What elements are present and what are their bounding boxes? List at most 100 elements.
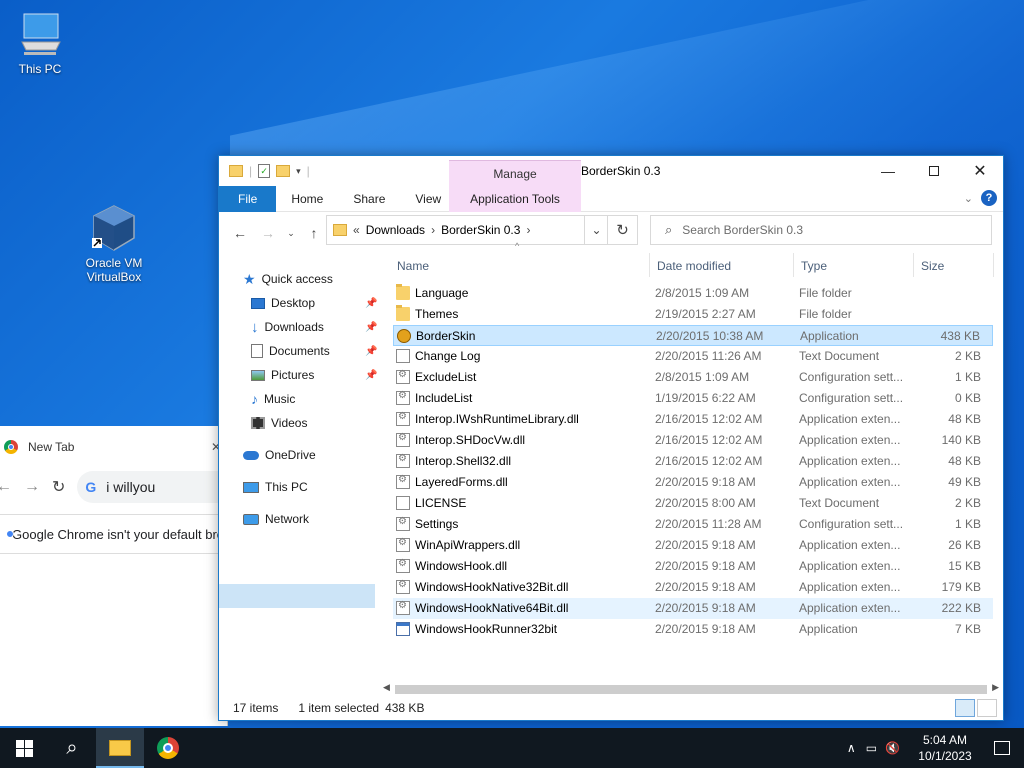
column-header-name[interactable]: Name	[397, 251, 429, 281]
minimize-button[interactable]: —	[865, 156, 911, 186]
manage-tab-header[interactable]: Manage	[449, 160, 581, 188]
file-explorer-window[interactable]: | ✓ ▾ | Manage BorderSkin 0.3 — ✕ File H…	[218, 155, 1004, 721]
sort-chevron-icon[interactable]: ^	[515, 241, 519, 251]
network-status-icon[interactable]: ▭	[866, 741, 877, 755]
table-row[interactable]: Interop.SHDocVw.dll 2/16/2015 12:02 AM App…	[393, 430, 993, 451]
nav-item-quick-access[interactable]: ★ Quick access	[243, 268, 333, 290]
table-row[interactable]: LayeredForms.dll 2/20/2015 9:18 AM Applica…	[393, 472, 993, 493]
chevron-right-icon[interactable]: ›	[431, 223, 435, 237]
table-row[interactable]: WindowsHookNative32Bit.dll 2/20/2015 9:18…	[393, 577, 993, 598]
file-type: Application exten...	[799, 475, 901, 489]
table-row[interactable]: ExcludeList 2/8/2015 1:09 AM Configuration…	[393, 367, 993, 388]
column-divider[interactable]	[913, 253, 914, 277]
back-arrow-icon[interactable]: ←	[229, 222, 251, 244]
taskbar: ⌕ ∧ ▭ 🔇 5:04 AM 10/1/2023	[0, 728, 1024, 768]
table-row[interactable]: Themes 2/19/2015 2:27 AM File folder	[393, 304, 993, 325]
tab-view[interactable]: View	[400, 186, 456, 212]
breadcrumb-overflow[interactable]: «	[353, 223, 360, 237]
column-divider[interactable]	[649, 253, 650, 277]
table-row[interactable]: WindowsHook.dll 2/20/2015 9:18 AM Applicat…	[393, 556, 993, 577]
tab-application-tools[interactable]: Application Tools	[449, 186, 581, 212]
nav-item-downloads[interactable]: ↓ Downloads 📌	[251, 316, 411, 338]
scrollbar-thumb[interactable]	[395, 685, 987, 694]
nav-item-music[interactable]: ♪ Music	[251, 388, 295, 410]
chrome-window[interactable]: New Tab ✕ ← → ↻ G i willyou Google Chrom…	[0, 426, 247, 726]
tab-file[interactable]: File	[219, 185, 277, 212]
table-row[interactable]: Change Log 2/20/2015 11:26 AM Text Documen…	[393, 346, 993, 367]
volume-muted-icon[interactable]: 🔇	[885, 741, 900, 755]
details-view-icon[interactable]	[955, 699, 975, 717]
file-list: ^ Name Date modified Type Size Language 2…	[391, 241, 1003, 691]
tab-share[interactable]: Share	[338, 186, 400, 212]
table-row[interactable]: IncludeList 1/19/2015 6:22 AM Configuratio…	[393, 388, 993, 409]
desktop-icon-this-pc[interactable]: This PC	[0, 10, 80, 76]
table-row[interactable]: WindowsHookRunner32bit 2/20/2015 9:18 AM A…	[393, 619, 993, 640]
table-row[interactable]: Interop.IWshRuntimeLibrary.dll 2/16/2015 …	[393, 409, 993, 430]
nav-item-onedrive[interactable]: OneDrive	[243, 444, 316, 466]
properties-icon[interactable]: ✓	[258, 164, 271, 178]
expand-ribbon-icon[interactable]: ⌄	[964, 192, 973, 205]
column-divider[interactable]	[993, 253, 994, 277]
nav-item-desktop[interactable]: Desktop 📌	[251, 292, 411, 314]
table-row[interactable]: BorderSkin 2/20/2015 10:38 AM Application 4…	[393, 325, 993, 346]
column-divider[interactable]	[793, 253, 794, 277]
address-dropdown-chevron-icon[interactable]: ⌄	[584, 215, 608, 245]
search-input[interactable]: ⌕ Search BorderSkin 0.3	[650, 215, 992, 245]
desktop-icon-virtualbox[interactable]: Oracle VM VirtualBox	[74, 204, 154, 284]
chevron-down-icon[interactable]: ▾	[296, 166, 301, 177]
file-date: 2/16/2015 12:02 AM	[655, 433, 763, 447]
help-icon[interactable]: ?	[981, 190, 997, 206]
nav-item-documents[interactable]: Documents 📌	[251, 340, 411, 362]
clock[interactable]: 5:04 AM 10/1/2023	[912, 732, 978, 764]
maximize-button[interactable]	[911, 156, 957, 186]
taskbar-file-explorer[interactable]	[96, 728, 144, 768]
notification-icon[interactable]	[994, 741, 1010, 755]
breadcrumb-borderskin[interactable]: BorderSkin 0.3	[441, 223, 520, 237]
file-size: 2 KB	[954, 349, 981, 363]
nav-item-pictures[interactable]: Pictures 📌	[251, 364, 411, 386]
table-row[interactable]: Settings 2/20/2015 11:28 AM Configuration …	[393, 514, 993, 535]
reload-icon[interactable]: ↻	[52, 477, 65, 497]
pin-icon[interactable]: 📌	[365, 322, 377, 333]
nav-item-this-pc[interactable]: This PC	[243, 476, 308, 498]
column-header-date[interactable]: Date modified	[657, 251, 731, 281]
close-button[interactable]: ✕	[957, 156, 1003, 186]
table-row[interactable]: LICENSE 2/20/2015 8:00 AM Text Document 2 K…	[393, 493, 993, 514]
taskbar-chrome[interactable]	[144, 728, 192, 768]
scroll-left-icon[interactable]: ◀	[383, 682, 390, 693]
title-bar[interactable]: | ✓ ▾ | Manage BorderSkin 0.3 — ✕	[219, 156, 1003, 188]
table-row[interactable]: WinApiWrappers.dll 2/20/2015 9:18 AM Appli…	[393, 535, 993, 556]
file-date: 2/20/2015 9:18 AM	[655, 475, 756, 489]
chevron-right-icon[interactable]: ›	[526, 223, 530, 237]
refresh-button[interactable]: ↻	[608, 215, 638, 245]
pin-icon[interactable]: 📌	[365, 370, 377, 381]
chevron-up-icon[interactable]: ∧	[847, 741, 856, 755]
column-header-type[interactable]: Type	[801, 251, 827, 281]
folder-icon[interactable]	[229, 165, 243, 177]
pin-icon[interactable]: 📌	[365, 346, 377, 357]
address-bar[interactable]: « Downloads › BorderSkin 0.3 ›	[326, 215, 608, 245]
new-folder-icon[interactable]	[276, 165, 291, 177]
settings-file-icon	[396, 537, 410, 552]
large-icons-view-icon[interactable]	[977, 699, 997, 717]
forward-arrow-icon[interactable]: →	[257, 222, 279, 244]
search-button[interactable]: ⌕	[48, 728, 96, 768]
table-row[interactable]: WindowsHookNative64Bit.dll 2/20/2015 9:18…	[393, 598, 993, 619]
table-row[interactable]: Language 2/8/2015 1:09 AM File folder	[393, 283, 993, 304]
column-header-size[interactable]: Size	[921, 251, 944, 281]
forward-arrow-icon[interactable]: →	[24, 478, 40, 496]
nav-item-videos[interactable]: Videos	[251, 412, 307, 434]
horizontal-scrollbar[interactable]: ◀ ▶	[381, 682, 1001, 696]
back-arrow-icon[interactable]: ←	[0, 478, 12, 496]
table-row[interactable]: Interop.Shell32.dll 2/16/2015 12:02 AM App…	[393, 451, 993, 472]
scroll-right-icon[interactable]: ▶	[992, 682, 999, 693]
nav-item-network[interactable]: Network	[243, 508, 309, 530]
up-arrow-icon[interactable]: ↑	[303, 222, 325, 244]
recent-locations-chevron-icon[interactable]: ⌄	[285, 222, 297, 244]
tab-home[interactable]: Home	[276, 186, 338, 212]
breadcrumb-downloads[interactable]: Downloads	[366, 223, 425, 237]
clock-time: 5:04 AM	[922, 733, 968, 747]
chrome-tab[interactable]: New Tab ✕	[0, 426, 227, 468]
pin-icon[interactable]: 📌	[365, 298, 377, 309]
start-button[interactable]	[0, 728, 48, 768]
